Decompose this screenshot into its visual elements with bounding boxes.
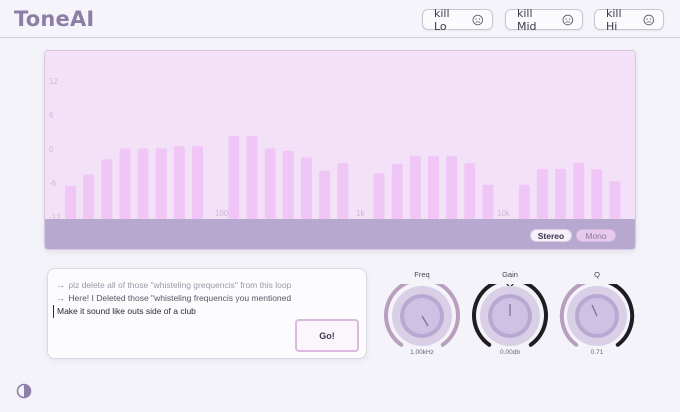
sad-face-icon (472, 14, 484, 25)
chat-panel: → plz delete all of those "whisteling gr… (47, 268, 367, 359)
contrast-icon[interactable] (16, 383, 32, 399)
spectrum-chart[interactable]: 1260-6-12 100 1k 10k (45, 51, 636, 219)
freq-knob-dial[interactable] (384, 284, 460, 350)
spectrum-bar (246, 135, 258, 219)
go-button[interactable]: Go! (295, 319, 359, 352)
spectrum-bar (155, 148, 167, 219)
sad-face-icon (643, 14, 655, 25)
y-tick-label: 0 (49, 145, 54, 154)
gain-knob[interactable]: Gain 0.00db (472, 270, 548, 360)
q-knob[interactable]: Q 0.71 (559, 270, 635, 360)
spectrum-bar (536, 168, 548, 219)
spectrum-bar (373, 173, 385, 219)
spectrum-bar (137, 148, 149, 219)
freq-knob-value: 1.00kHz (410, 349, 434, 356)
y-tick-label: 6 (49, 111, 54, 120)
top-bar: ToneAI kill Lo kill Mid kill Hi (0, 0, 680, 38)
freq-knob-label: Freq (414, 270, 430, 279)
chat-message-text: Here! I Deleted those "whisteling freque… (68, 293, 292, 303)
spectrum-bar (282, 150, 294, 219)
spectrum-bar (83, 174, 95, 219)
sad-face-icon (562, 14, 574, 25)
kill-mid-button[interactable]: kill Mid (505, 6, 583, 33)
spectrum-bar (337, 163, 349, 219)
kill-lo-button[interactable]: kill Lo (422, 6, 493, 33)
chat-message: → Here! I Deleted those "whisteling freq… (56, 293, 291, 303)
kill-mid-label: kill Mid (517, 6, 537, 33)
spectrum-bar (192, 146, 204, 219)
spectrum-bar (518, 184, 530, 219)
spectrum-panel: 12 6 0 -6 -12 100 1k 10k Stereo Mono (44, 50, 636, 250)
spectrum-bar (428, 155, 439, 219)
kill-hi-label: kill Hi (606, 6, 622, 33)
spectrum-bar (173, 146, 185, 219)
q-knob-label: Q (594, 270, 600, 279)
spectrum-bar (264, 148, 276, 219)
arrow-right-icon: → (56, 293, 65, 303)
spectrum-bar (555, 168, 567, 219)
chat-message: → plz delete all of those "whisteling gr… (56, 280, 291, 290)
spectrum-bar (319, 170, 331, 219)
kill-hi-button[interactable]: kill Hi (594, 6, 664, 33)
x-tick-label: 1k (356, 209, 365, 218)
q-knob-dial[interactable] (559, 284, 635, 350)
y-tick-label: -6 (49, 179, 57, 188)
arrow-right-icon: → (56, 280, 65, 290)
spectrum-bar (300, 157, 312, 219)
freq-knob[interactable]: Freq 1.00kHz (384, 270, 460, 360)
chat-input[interactable] (53, 305, 283, 318)
spectrum-bar (446, 155, 458, 219)
gain-knob-value: 0.00db (500, 349, 520, 356)
spectrum-bar (119, 148, 131, 219)
kill-lo-label: kill Lo (434, 6, 450, 33)
stereo-toggle[interactable]: Stereo (530, 229, 572, 242)
spectrum-bar (409, 155, 421, 219)
gain-knob-label: Gain (502, 270, 518, 279)
app-logo: ToneAI (14, 7, 95, 31)
spectrum-bar (391, 163, 403, 219)
spectrum-bar (609, 181, 621, 219)
gain-knob-dial[interactable] (472, 284, 548, 350)
q-knob-value: 0.71 (590, 349, 604, 356)
chat-message-text: plz delete all of those "whisteling greq… (68, 280, 292, 290)
y-tick-label: 12 (49, 77, 58, 86)
spectrum-bar (228, 135, 240, 219)
x-tick-label: 100 (215, 209, 229, 218)
spectrum-bar (591, 169, 603, 219)
spectrum-bar (482, 184, 494, 219)
spectrum-bar (464, 163, 476, 219)
x-tick-label: 10k (497, 209, 511, 218)
spectrum-bar (65, 185, 76, 219)
spectrum-bar (573, 162, 585, 219)
mono-toggle[interactable]: Mono (576, 229, 616, 242)
spectrum-bar (101, 159, 113, 219)
